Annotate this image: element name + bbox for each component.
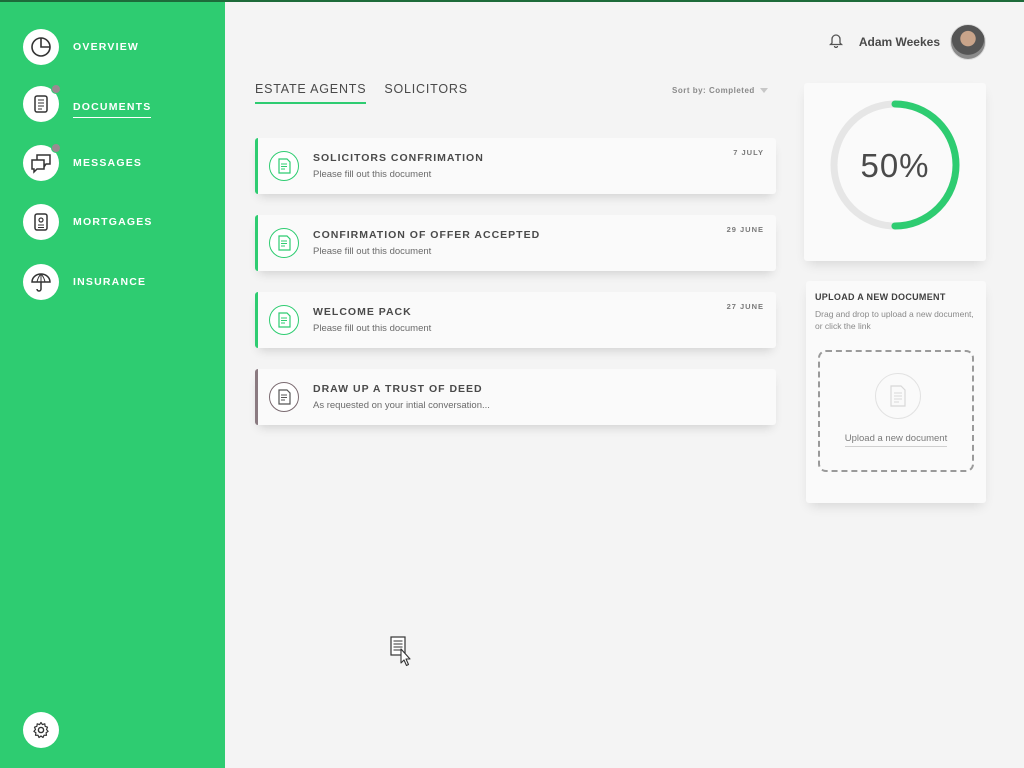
user-name[interactable]: Adam Weekes xyxy=(859,35,940,49)
document-card[interactable]: SOLICITORS CONFRIMATION Please fill out … xyxy=(255,138,776,194)
notification-dot xyxy=(51,84,61,94)
sidebar-item-insurance[interactable]: INSURANCE xyxy=(23,264,146,300)
messages-icon-circle xyxy=(23,143,61,181)
sidebar-item-overview[interactable]: OVERVIEW xyxy=(23,29,139,65)
sidebar-item-label: MORTGAGES xyxy=(73,216,153,228)
tab-solicitors[interactable]: SOLICITORS xyxy=(384,82,467,104)
document-title: CONFIRMATION OF OFFER ACCEPTED xyxy=(313,229,541,241)
mortgages-icon-circle xyxy=(23,204,59,240)
document-card[interactable]: DRAW UP A TRUST OF DEED As requested on … xyxy=(255,369,776,425)
upload-link-wrapper: Upload a new document xyxy=(820,433,972,447)
umbrella-icon xyxy=(31,273,51,292)
documents-icon-circle xyxy=(23,84,61,122)
bell-icon[interactable] xyxy=(828,32,843,53)
upload-card: UPLOAD A NEW DOCUMENT Drag and drop to u… xyxy=(806,281,986,503)
document-icon xyxy=(34,95,48,113)
document-title: DRAW UP A TRUST OF DEED xyxy=(313,383,483,395)
document-date: 27 JUNE xyxy=(726,302,764,311)
dragged-document-icon xyxy=(389,636,415,673)
document-icon xyxy=(269,382,299,412)
document-card[interactable]: CONFIRMATION OF OFFER ACCEPTED Please fi… xyxy=(255,215,776,271)
settings-button[interactable] xyxy=(23,712,59,748)
upload-description: Drag and drop to upload a new document, … xyxy=(815,309,974,331)
sort-dropdown[interactable]: Sort by: Completed xyxy=(672,86,768,95)
sidebar-item-messages[interactable]: MESSAGES xyxy=(23,143,143,181)
sort-label: Sort by: Completed xyxy=(672,86,755,95)
document-date: 7 JULY xyxy=(733,148,764,157)
document-subtitle: Please fill out this document xyxy=(313,246,432,257)
progress-card: 50% xyxy=(804,83,986,261)
avatar[interactable] xyxy=(950,24,986,60)
upload-dropzone[interactable]: Upload a new document xyxy=(818,350,974,472)
user-header: Adam Weekes xyxy=(828,24,986,60)
gear-icon xyxy=(33,721,49,739)
document-icon xyxy=(269,151,299,181)
document-date: 29 JUNE xyxy=(726,225,764,234)
document-title: SOLICITORS CONFRIMATION xyxy=(313,152,484,164)
tab-estate-agents[interactable]: ESTATE AGENTS xyxy=(255,82,367,104)
pie-chart-icon xyxy=(31,37,51,57)
document-icon xyxy=(269,228,299,258)
sidebar-item-label: MESSAGES xyxy=(73,157,143,169)
sidebar-item-label: DOCUMENTS xyxy=(73,97,152,118)
sidebar-item-label: INSURANCE xyxy=(73,276,147,288)
overview-icon-circle xyxy=(23,29,59,65)
upload-link[interactable]: Upload a new document xyxy=(844,433,948,447)
document-subtitle: Please fill out this document xyxy=(313,323,432,334)
notification-dot xyxy=(51,143,61,153)
progress-percentage: 50% xyxy=(860,147,930,184)
sidebar-item-label: OVERVIEW xyxy=(73,41,140,53)
document-card[interactable]: WELCOME PACK Please fill out this docume… xyxy=(255,292,776,348)
upload-title: UPLOAD A NEW DOCUMENT xyxy=(815,292,946,302)
caret-down-icon xyxy=(759,88,768,93)
document-title: WELCOME PACK xyxy=(313,306,412,318)
sidebar: OVERVIEW DOCUMENTS MESSAGES MORTGAGES IN… xyxy=(0,2,225,768)
document-icon xyxy=(269,305,299,335)
insurance-icon-circle xyxy=(23,264,59,300)
document-subtitle: Please fill out this document xyxy=(313,169,432,180)
id-card-icon xyxy=(34,213,48,231)
tab-bar: ESTATE AGENTS SOLICITORS xyxy=(255,82,486,104)
chat-icon xyxy=(31,154,51,174)
document-icon xyxy=(875,373,921,419)
sidebar-item-documents[interactable]: DOCUMENTS xyxy=(23,84,152,122)
sidebar-item-mortgages[interactable]: MORTGAGES xyxy=(23,204,153,240)
document-subtitle: As requested on your intial conversation… xyxy=(313,400,490,411)
